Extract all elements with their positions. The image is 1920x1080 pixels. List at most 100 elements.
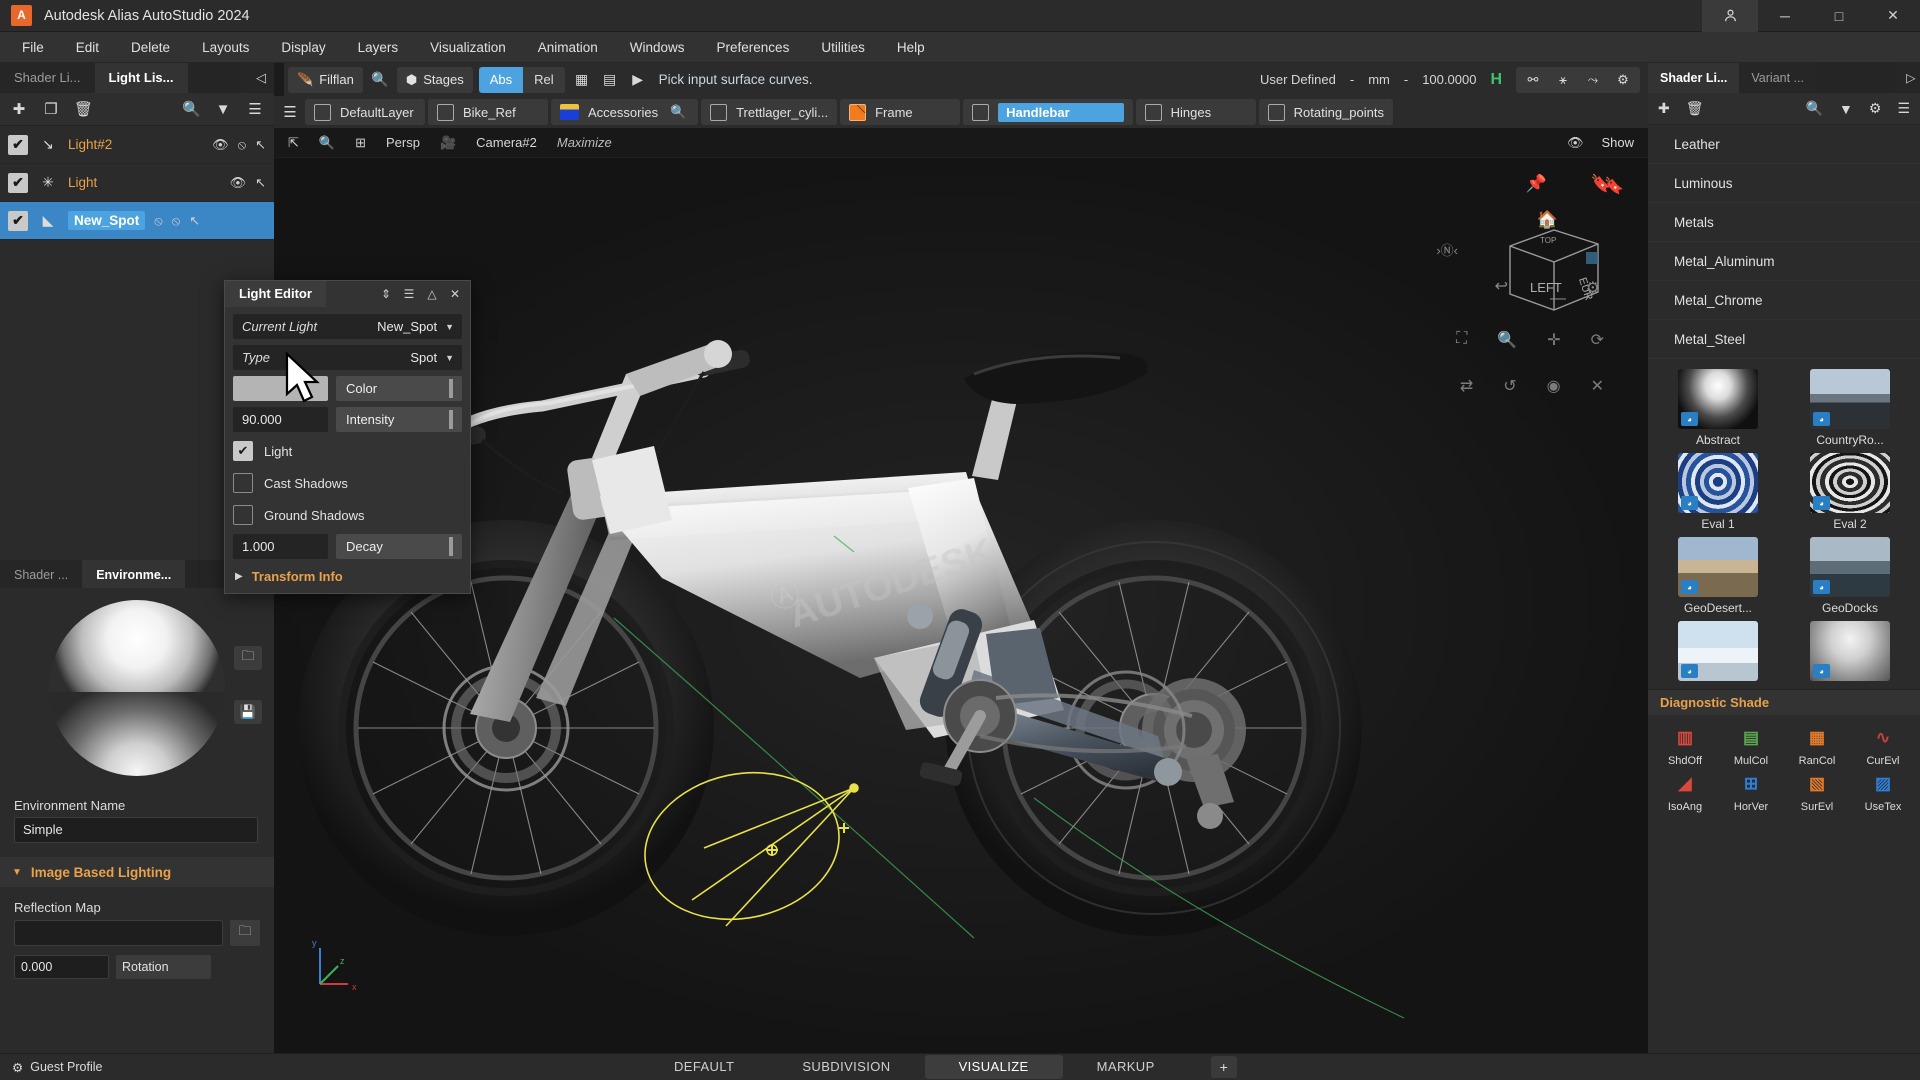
search-icon[interactable]: 🔍 [369,71,391,88]
menu-file[interactable]: File [6,32,60,63]
environment-name-input[interactable]: Simple [14,817,258,843]
viewport[interactable]: ⇱ 🔍 ⊞ Persp 🎥 Camera#2 Maximize 👁 Show A… [274,128,1648,1053]
pointer-icon[interactable]: ↖ [189,213,200,229]
layer-chip-defaultlayer[interactable]: DefaultLayer [305,99,425,125]
tab-shader-library-right[interactable]: Shader Li... [1648,63,1740,93]
env-cell-eval1[interactable]: ◕ Eval 1 [1654,453,1782,531]
diagnostic-rancol[interactable]: ▦ RanCol [1784,723,1850,767]
environment-thumbnail[interactable]: ◕ [1678,621,1758,681]
env-cell-geodocks[interactable]: ◕ GeoDocks [1786,537,1914,615]
add-shader-icon[interactable]: ✚ [1658,100,1670,117]
expand-icon[interactable]: ⇱ [288,135,299,151]
minus-icon[interactable]: — [1550,290,1566,308]
workflow-tab-visualize[interactable]: VISUALIZE [924,1055,1063,1079]
menu-preferences[interactable]: Preferences [701,32,806,63]
grid-icon[interactable]: ▦ [571,71,593,88]
folder-open-icon[interactable]: 🗀 [234,646,262,670]
light-editor-dialog[interactable]: Light Editor ⇕ ☰ △ ✕ Current Light New_S… [224,280,471,594]
duplicate-light-icon[interactable]: ❐ [42,100,60,118]
minimize-button[interactable]: ─ [1758,0,1812,32]
diagnostic-curevl[interactable]: ∿ CurEvl [1850,723,1916,767]
close-button[interactable]: ✕ [1866,0,1920,32]
workflow-tab-subdivision[interactable]: SUBDIVISION [768,1055,924,1079]
env-cell-eval2[interactable]: ◕ Eval 2 [1786,453,1914,531]
environment-thumbnail[interactable]: ◕ [1678,369,1758,429]
rotation-value-input[interactable]: 0.000 [14,955,109,979]
light-color-swatch[interactable] [233,376,328,401]
cast-shadows-checkbox-row[interactable]: Cast Shadows [233,470,462,496]
abs-rel-toggle[interactable]: Abs Rel [478,66,565,93]
gear-icon[interactable]: ⚙ [12,1060,23,1075]
search-icon[interactable]: 🔍 [182,100,201,118]
layer-chip-handlebar[interactable]: Handlebar [963,99,1133,125]
account-icon[interactable] [1702,0,1758,32]
menu-windows[interactable]: Windows [614,32,701,63]
pointer-icon[interactable]: ↖ [255,137,266,153]
light-editor-titlebar[interactable]: Light Editor ⇕ ☰ △ ✕ [225,281,470,307]
current-light-dropdown[interactable]: Current Light New_Spot ▼ [233,314,462,339]
workflow-tab-default[interactable]: DEFAULT [640,1055,768,1079]
light-list-menu-icon[interactable]: ☰ [246,100,264,118]
material-item-metal-steel[interactable]: Metal_Steel [1648,320,1920,359]
diagnostic-shdoff[interactable]: ▥ ShdOff [1652,723,1718,767]
tab-shader-library[interactable]: Shader Li... [0,63,95,93]
h-flag-indicator[interactable]: H [1490,71,1502,89]
snap-curve-icon[interactable]: ⤳ [1580,69,1606,91]
filter-icon[interactable]: ▼ [1839,101,1853,117]
light-enabled-checkbox[interactable]: ✔ [8,134,28,155]
intensity-input[interactable]: 90.000 [233,407,328,432]
collapse-left-panel-icon[interactable]: ◁ [242,63,274,93]
menu-layouts[interactable]: Layouts [186,32,265,63]
eye-icon[interactable]: 👁 [212,137,229,153]
delete-shader-icon[interactable]: 🗑 [1686,100,1704,117]
menu-icon[interactable]: ☰ [402,287,416,301]
decay-button[interactable]: Decay [336,534,462,559]
close-x-icon[interactable]: ✕ [1591,376,1604,396]
environment-preview[interactable]: 🗀 💾 [0,588,274,788]
env-cell-snow[interactable]: ◕ [1654,621,1782,685]
tab-light-list[interactable]: Light Lis... [94,63,188,93]
environment-thumbnail[interactable]: ◕ [1678,537,1758,597]
layer-chip-bike-ref[interactable]: Bike_Ref [428,99,548,125]
layer-chip-accessories[interactable]: Accessories 🔍 [551,99,699,125]
material-item-luminous[interactable]: Luminous [1648,164,1920,203]
expand-right-panel-icon[interactable]: ▷ [1894,63,1920,93]
tab-environment[interactable]: Environme... [82,560,186,590]
tab-shader[interactable]: Shader ... [0,560,83,590]
env-cell-geodesert[interactable]: ◕ GeoDesert... [1654,537,1782,615]
list-item[interactable]: ✔ ✳ Light 👁 ↖ [0,164,274,202]
settings-gear-icon[interactable]: ⚙ [1610,69,1636,91]
eye-icon[interactable]: 👁 [230,175,247,191]
undo-arrow-icon[interactable]: ↩ [1495,276,1508,296]
magnifier-icon[interactable]: 🔍 [319,135,335,151]
layer-search-icon[interactable]: 🔍 [667,104,689,120]
diagnostic-mulcol[interactable]: ▤ MulCol [1718,723,1784,767]
play-prompt-icon[interactable]: ▶ [627,71,649,88]
tab-variants[interactable]: Variant ... [1739,63,1816,93]
layer-visibility-checkbox[interactable] [710,103,728,121]
grid-size-value[interactable]: 100.0000 [1422,72,1476,87]
pointer-icon[interactable]: ↖ [255,175,266,191]
list-item-selected[interactable]: ✔ ◣ New_Spot ⦸ ⦸ ↖ [0,202,274,240]
menu-animation[interactable]: Animation [522,32,614,63]
menu-layers[interactable]: Layers [342,32,415,63]
diagnostic-horver[interactable]: ⊞ HorVer [1718,769,1784,813]
environment-thumbnail[interactable]: ◕ [1810,369,1890,429]
diagnostic-shade-header[interactable]: Diagnostic Shade [1648,689,1920,715]
bookmark-icon[interactable]: 🔖 [1591,174,1612,194]
add-light-icon[interactable]: ✚ [10,100,28,118]
layer-visibility-checkbox[interactable] [972,103,990,121]
menu-utilities[interactable]: Utilities [805,32,881,63]
shader-menu-icon[interactable]: ☰ [1897,100,1910,117]
layer-chip-hinges[interactable]: Hinges [1135,99,1256,125]
mirror-icon[interactable]: ⇄ [1460,376,1473,396]
pin-icon[interactable]: 📌 [1526,174,1547,194]
color-button[interactable]: Color [336,376,462,401]
eye-off-icon[interactable]: ⦸ [154,213,162,229]
env-cell-abstract[interactable]: ◕ Abstract [1654,369,1782,447]
eye-icon[interactable]: 👁 [1567,135,1584,151]
decay-input[interactable]: 1.000 [233,534,328,559]
ground-shadows-checkbox-row[interactable]: Ground Shadows [233,502,462,528]
ground-shadows-checkbox[interactable] [233,505,253,525]
save-icon[interactable]: 💾 [234,700,262,724]
